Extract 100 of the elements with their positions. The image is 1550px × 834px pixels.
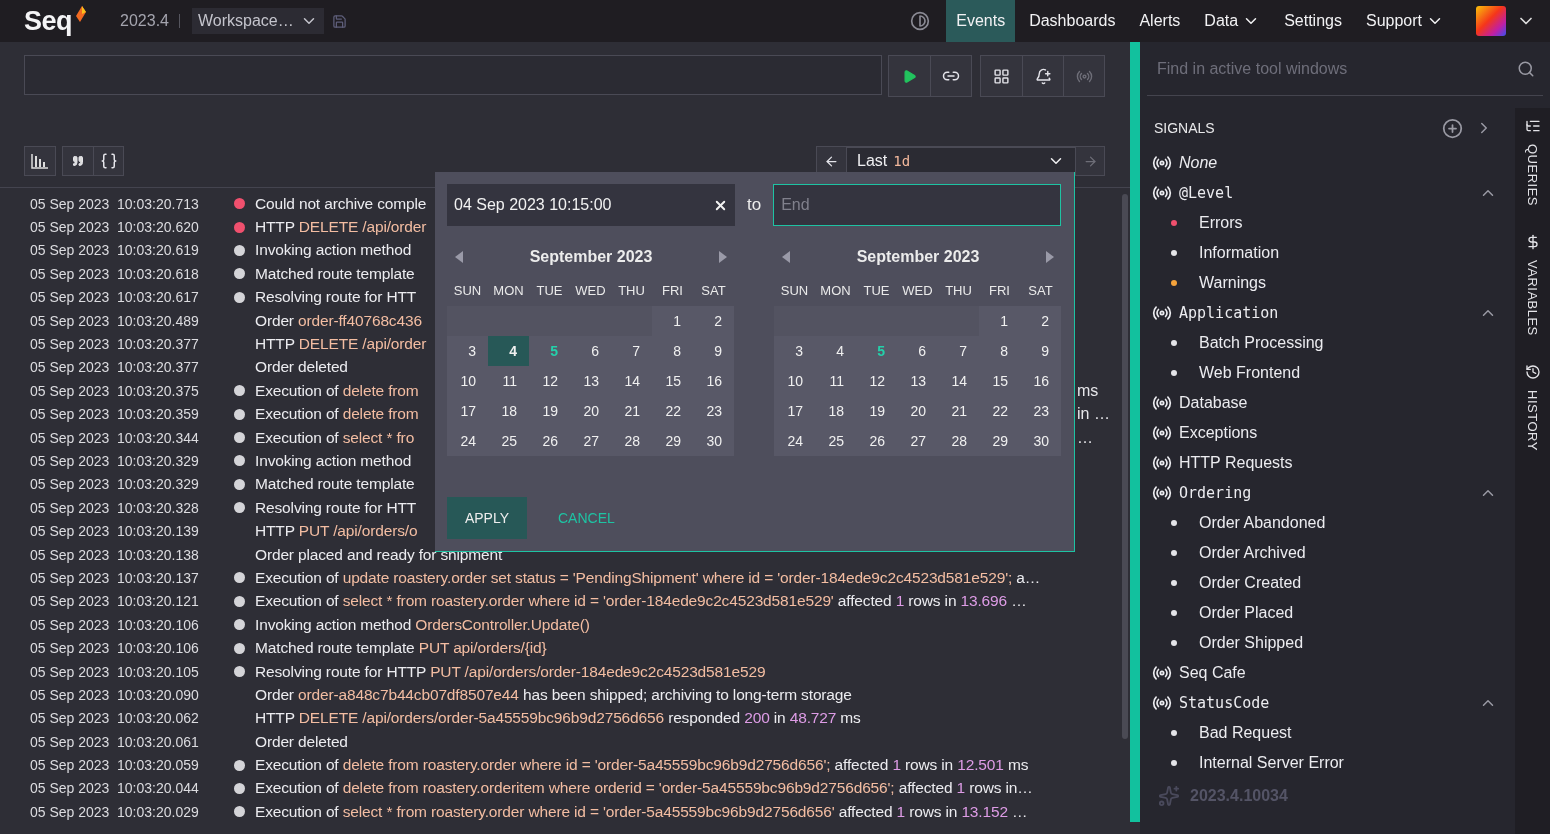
- calendar-day[interactable]: 4: [488, 336, 529, 366]
- range-dropdown[interactable]: Last 1d: [846, 147, 1075, 175]
- calendar-day[interactable]: 11: [815, 366, 856, 396]
- event-message[interactable]: Matched route template PUT api/orders/{id}: [255, 639, 547, 658]
- calendar-day[interactable]: 5: [529, 336, 570, 366]
- calendar-day[interactable]: 25: [488, 426, 529, 456]
- calendar-day[interactable]: 13: [897, 366, 938, 396]
- event-message[interactable]: Order placed and ready for shipment: [255, 545, 503, 564]
- calendar-day[interactable]: 29: [652, 426, 693, 456]
- chart-button[interactable]: [25, 147, 55, 175]
- signal-item[interactable]: Order Shipped: [1140, 628, 1515, 658]
- calendar-day[interactable]: 27: [570, 426, 611, 456]
- query-field[interactable]: [24, 55, 882, 95]
- tool-tab[interactable]: HISTORY: [1524, 363, 1541, 451]
- nav-tab[interactable]: Dashboards: [1019, 0, 1126, 42]
- event-message[interactable]: …: [1077, 428, 1105, 447]
- calendar-day[interactable]: 1: [652, 306, 693, 336]
- event-message[interactable]: Resolving route for HTTP PUT /api/orders/order-184ede9c2c4523d581e529: [255, 662, 766, 681]
- calendar-day[interactable]: 8: [979, 336, 1020, 366]
- calendar-day[interactable]: 27: [897, 426, 938, 456]
- event-message[interactable]: Order order-a848c7b44cb07df8507e44 has been shipped; archiving to long-term storage: [255, 685, 852, 704]
- signal-item[interactable]: Order Archived: [1140, 538, 1515, 568]
- signal-item[interactable]: Database: [1140, 388, 1515, 418]
- calendar-day[interactable]: 9: [693, 336, 734, 366]
- end-date-field[interactable]: End: [773, 184, 1062, 226]
- find-field[interactable]: Find in active tool windows: [1155, 58, 1517, 79]
- calendar-day[interactable]: 18: [488, 396, 529, 426]
- event-message[interactable]: ms: [1077, 381, 1105, 400]
- event-message[interactable]: HTTP DELETE /api/orders/order-5a45559bc96b9d2756d656 responded 200 in 48.727 ms: [255, 709, 861, 728]
- calendar-day[interactable]: 7: [611, 336, 652, 366]
- calendar-day[interactable]: 3: [774, 336, 815, 366]
- scrollbar[interactable]: [1122, 194, 1128, 739]
- calendar-day[interactable]: 21: [611, 396, 652, 426]
- signal-item[interactable]: None: [1140, 148, 1515, 178]
- calendar-day[interactable]: 19: [529, 396, 570, 426]
- calendar-day[interactable]: 30: [693, 426, 734, 456]
- avatar[interactable]: [1476, 6, 1506, 36]
- previous-month-icon[interactable]: [782, 251, 790, 263]
- calendar-day[interactable]: 14: [938, 366, 979, 396]
- event-message[interactable]: Execution of select * from roastery.order where id = 'order-5a45559bc96b9d2756d656' affected 1 rows in 13.152 …: [255, 802, 1028, 821]
- event-message[interactable]: Order deleted: [255, 732, 348, 751]
- link-run-button[interactable]: [930, 56, 971, 96]
- quote-button[interactable]: [63, 147, 93, 175]
- calendar-day[interactable]: 29: [979, 426, 1020, 456]
- signal-item[interactable]: Warnings: [1140, 268, 1515, 298]
- calendar-day[interactable]: 20: [897, 396, 938, 426]
- calendar-day[interactable]: 16: [1020, 366, 1061, 396]
- calendar-day[interactable]: 17: [774, 396, 815, 426]
- calendar-day[interactable]: 18: [815, 396, 856, 426]
- bell-plus-button[interactable]: [1022, 56, 1063, 96]
- calendar-day[interactable]: 12: [529, 366, 570, 396]
- signal-item[interactable]: Errors: [1140, 208, 1515, 238]
- calendar-day[interactable]: 26: [856, 426, 897, 456]
- nav-tab[interactable]: Events: [946, 0, 1016, 42]
- braces-button[interactable]: [93, 147, 123, 175]
- nav-tab[interactable]: Settings: [1274, 0, 1352, 42]
- calendar-day[interactable]: 9: [1020, 336, 1061, 366]
- signal-item[interactable]: Order Placed: [1140, 598, 1515, 628]
- calendar-day[interactable]: 10: [774, 366, 815, 396]
- calendar-day[interactable]: 1: [979, 306, 1020, 336]
- calendar-day[interactable]: 14: [611, 366, 652, 396]
- signal-item[interactable]: Order Created: [1140, 568, 1515, 598]
- tool-tab[interactable]: VARIABLES: [1524, 234, 1541, 336]
- next-month-icon[interactable]: [719, 251, 727, 263]
- signal-item[interactable]: StatusCode: [1140, 688, 1515, 718]
- calendar-day[interactable]: 24: [774, 426, 815, 456]
- calendar-day[interactable]: 3: [447, 336, 488, 366]
- event-message[interactable]: Execution of delete from roastery.orderitem where orderid = 'order-5a45559bc96b9d2756d656'; affected 1 rows in…: [255, 779, 1033, 798]
- signal-item[interactable]: Ordering: [1140, 478, 1515, 508]
- calendar-day[interactable]: 25: [815, 426, 856, 456]
- calendar-day[interactable]: 15: [979, 366, 1020, 396]
- calendar-day[interactable]: 16: [693, 366, 734, 396]
- calendar-day[interactable]: 20: [570, 396, 611, 426]
- apply-button[interactable]: APPLY: [447, 497, 527, 539]
- nav-tab[interactable]: Support: [1355, 0, 1454, 42]
- calendar-day[interactable]: 2: [693, 306, 734, 336]
- start-date-field[interactable]: 04 Sep 2023 10:15:00: [447, 184, 735, 226]
- nav-tab[interactable]: Data: [1194, 0, 1271, 42]
- signal-item[interactable]: Application: [1140, 298, 1515, 328]
- signal-item[interactable]: Order Abandoned: [1140, 508, 1515, 538]
- calendar-day[interactable]: 28: [938, 426, 979, 456]
- calendar-day[interactable]: 8: [652, 336, 693, 366]
- calendar-day[interactable]: 21: [938, 396, 979, 426]
- signal-item[interactable]: Bad Request: [1140, 718, 1515, 748]
- calendar-day[interactable]: 12: [856, 366, 897, 396]
- signal-item[interactable]: HTTP Requests: [1140, 448, 1515, 478]
- calendar-day[interactable]: 13: [570, 366, 611, 396]
- calendar-day[interactable]: 15: [652, 366, 693, 396]
- calendar-day[interactable]: 22: [979, 396, 1020, 426]
- signal-item[interactable]: Seq Cafe: [1140, 658, 1515, 688]
- event-message[interactable]: Execution of select * from roastery.order where id = 'order-184ede9c2c4523d581e529' affected 1 rows in 13.696 …: [255, 592, 1027, 611]
- calendar-day[interactable]: 19: [856, 396, 897, 426]
- theme-icon[interactable]: [910, 11, 931, 31]
- signal-item[interactable]: Web Frontend: [1140, 358, 1515, 388]
- calendar-day[interactable]: 22: [652, 396, 693, 426]
- calendar-day[interactable]: 23: [1020, 396, 1061, 426]
- event-message[interactable]: Execution of delete from roastery.order where id = 'order-5a45559bc96b9d2756d656'; affected 1 rows in 12.501 ms: [255, 756, 1029, 775]
- dashboard-add-button[interactable]: [981, 56, 1022, 96]
- add-icon[interactable]: [1442, 117, 1463, 139]
- calendar-day[interactable]: 6: [570, 336, 611, 366]
